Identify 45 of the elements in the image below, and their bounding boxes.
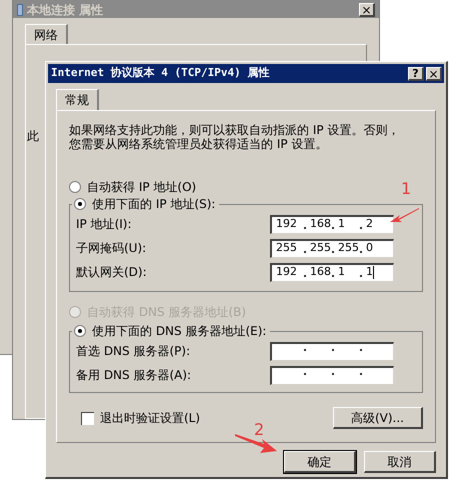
field-label: 备用 DNS 服务器(A): xyxy=(76,367,192,384)
radio-label: 自动获得 IP 地址(O) xyxy=(87,179,196,196)
checkbox-label: 退出时验证设置(L) xyxy=(100,410,200,427)
octet-text: 168 xyxy=(310,216,331,232)
checkbox[interactable] xyxy=(81,412,94,424)
partial-label: 此 xyxy=(27,129,39,143)
ip-address-field[interactable] xyxy=(270,366,394,384)
tab[interactable]: 网络 xyxy=(25,24,68,44)
octet-text: 1 xyxy=(338,264,345,280)
radio-label: 使用下面的 IP 地址(S): xyxy=(92,196,216,213)
field-label: 子网掩码(U): xyxy=(76,240,148,257)
ip-address-field[interactable]: 192 168 1 2 xyxy=(270,214,394,234)
radio-label: 使用下面的 DNS 服务器地址(E): xyxy=(92,323,266,340)
ip-address-field[interactable] xyxy=(270,342,394,360)
advanced-button[interactable]: 高级(V)... xyxy=(333,407,423,429)
tab[interactable]: 常规 xyxy=(56,89,99,110)
octet-text: 1 xyxy=(366,264,373,280)
radio-button[interactable] xyxy=(69,181,81,193)
annotation-number: 2 xyxy=(254,419,264,441)
close-button[interactable]: × xyxy=(359,2,375,16)
radio-button[interactable] xyxy=(74,325,86,337)
dialog-button[interactable]: 确定 xyxy=(284,451,356,473)
octet-text: 2 xyxy=(366,216,373,232)
window-title: 本地连接 属性 xyxy=(27,2,104,18)
octet-text: 1 xyxy=(338,216,345,232)
field-label: 默认网关(D): xyxy=(76,264,148,281)
ip-address-field[interactable]: 255 255 255 0 xyxy=(270,238,394,258)
network-icon xyxy=(17,4,23,16)
octet-text: 255 xyxy=(338,240,359,256)
window-title: Internet 协议版本 4 (TCP/IPv4) 属性 xyxy=(51,65,270,82)
octet-text: 0 xyxy=(366,240,373,256)
octet-text: 255 xyxy=(310,240,331,256)
description-text: 如果网络支持此功能，则可以获取自动指派的 IP 设置。否则，您需要从网络系统管理员处获得适当的 IP 设置。 xyxy=(69,123,400,151)
octet-text: 192 xyxy=(276,264,297,280)
radio-button[interactable] xyxy=(74,198,86,210)
close-button[interactable]: × xyxy=(426,66,442,80)
annotation-number: 1 xyxy=(401,178,412,200)
octet-text: 192 xyxy=(276,216,297,232)
dialog-button[interactable]: 取消 xyxy=(364,451,436,473)
ip-address-field[interactable]: 192 168 1 1 xyxy=(270,262,394,282)
octet-text: 168 xyxy=(310,264,331,280)
field-label: 首选 DNS 服务器(P): xyxy=(76,343,192,360)
octet-text: 255 xyxy=(276,240,297,256)
help-button[interactable]: ? xyxy=(408,66,424,80)
field-label: IP 地址(I): xyxy=(76,216,133,233)
